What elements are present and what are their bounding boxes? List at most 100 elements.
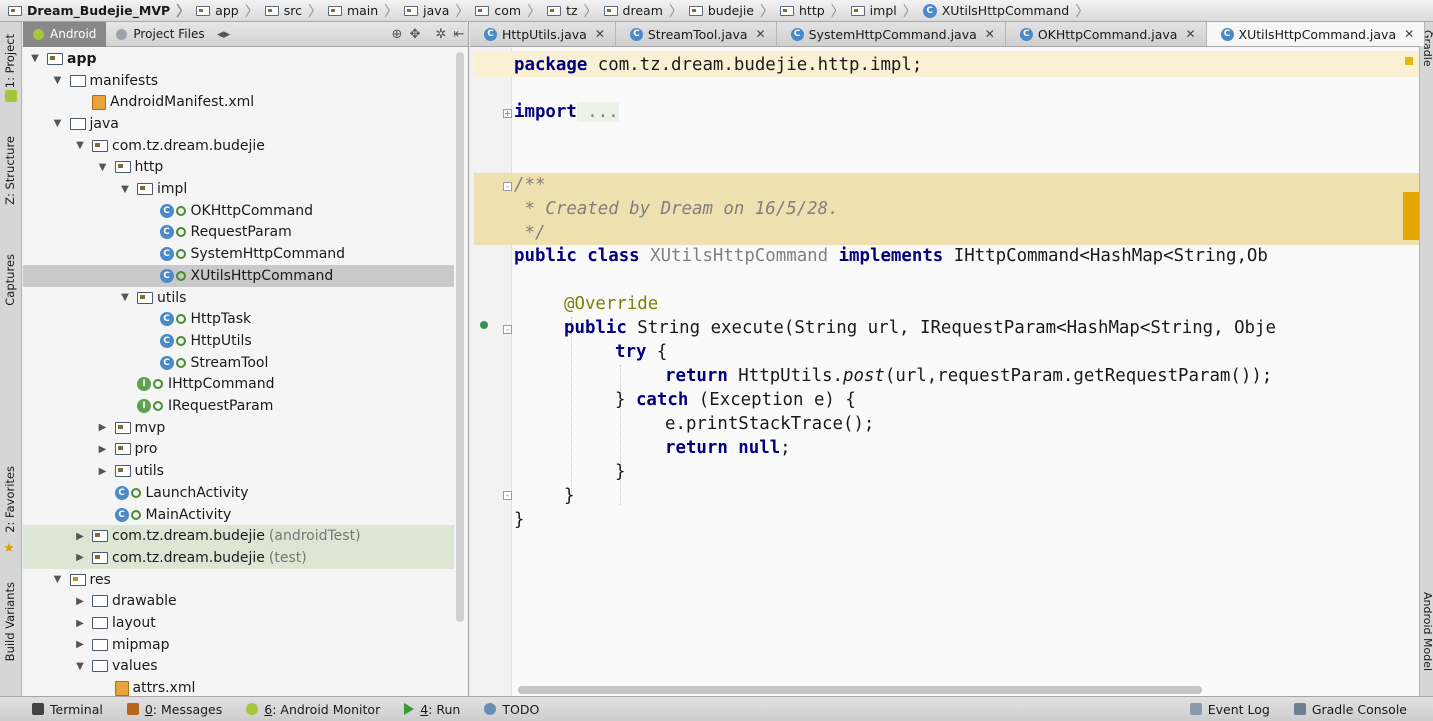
breadcrumb-item[interactable]: dream 〉: [603, 0, 689, 22]
expand-arrow-icon[interactable]: ▼: [119, 292, 131, 303]
breadcrumb-item[interactable]: src 〉: [264, 0, 328, 22]
error-stripe-marker[interactable]: [1403, 192, 1419, 240]
expand-arrow-icon[interactable]: ▼: [52, 75, 64, 86]
build-variants-tool-tab[interactable]: Build Variants: [0, 578, 22, 665]
collapse-arrow-icon[interactable]: ▶: [97, 444, 109, 455]
close-tab-icon[interactable]: ✕: [756, 27, 766, 41]
editor-gutter[interactable]: [470, 47, 512, 696]
tree-item[interactable]: C SystemHttpCommand: [23, 243, 454, 265]
editor-horizontal-scrollbar[interactable]: [518, 686, 1202, 694]
close-tab-icon[interactable]: ✕: [595, 27, 605, 41]
tree-item[interactable]: C OKHttpCommand: [23, 200, 454, 222]
scroll-from-source-icon[interactable]: ✥: [406, 27, 424, 42]
tree-item[interactable]: ▶ layout: [23, 612, 454, 634]
breadcrumb-item[interactable]: java 〉: [404, 0, 475, 22]
expand-arrow-icon[interactable]: ▼: [52, 574, 64, 585]
tree-item[interactable]: ▼ java: [23, 113, 454, 135]
close-tab-icon[interactable]: ✕: [1404, 27, 1414, 41]
breadcrumb-item[interactable]: main 〉: [327, 0, 404, 22]
tree-item[interactable]: C HttpUtils: [23, 330, 454, 352]
tree-item[interactable]: I IHttpCommand: [23, 374, 454, 396]
captures-tool-tab[interactable]: Captures: [0, 250, 22, 310]
gradle-console-button[interactable]: Gradle Console: [1282, 702, 1433, 717]
android-model-tool-tab[interactable]: Android Model: [1421, 592, 1433, 671]
close-tab-icon[interactable]: ✕: [1185, 27, 1195, 41]
collapse-arrow-icon[interactable]: ▶: [74, 531, 86, 542]
tree-item[interactable]: ▼ impl: [23, 178, 454, 200]
hide-panel-icon[interactable]: ⇤: [450, 27, 468, 42]
project-files-view-tab[interactable]: Project Files: [106, 22, 214, 47]
tree-item[interactable]: ▼ app: [23, 48, 454, 70]
tree-item[interactable]: ▼ values: [23, 656, 454, 678]
tree-item[interactable]: C HttpTask: [23, 308, 454, 330]
fold-import-icon[interactable]: +: [503, 109, 512, 118]
collapse-arrow-icon[interactable]: ▶: [74, 639, 86, 650]
tree-item[interactable]: ▼ com.tz.dream.budejie: [23, 135, 454, 157]
expand-arrow-icon[interactable]: ▼: [74, 140, 86, 151]
terminal-button[interactable]: Terminal: [0, 702, 115, 717]
tree-item[interactable]: AndroidManifest.xml: [23, 91, 454, 113]
tree-item[interactable]: C XUtilsHttpCommand: [23, 265, 454, 287]
fold-method-icon[interactable]: -: [503, 325, 512, 334]
expand-arrow-icon[interactable]: ▼: [97, 162, 109, 173]
tree-item[interactable]: C MainActivity: [23, 504, 454, 526]
settings-gear-icon[interactable]: ✲: [432, 27, 450, 42]
tree-item[interactable]: ▶ drawable: [23, 591, 454, 613]
tree-item[interactable]: ▶ com.tz.dream.budejie (androidTest): [23, 525, 454, 548]
tree-item[interactable]: C LaunchActivity: [23, 482, 454, 504]
expand-arrow-icon[interactable]: ▼: [29, 53, 41, 64]
tree-item[interactable]: ▼ res: [23, 569, 454, 591]
tree-item[interactable]: ▶ pro: [23, 439, 454, 461]
tree-item[interactable]: ▼ http: [23, 157, 454, 179]
editor-tab[interactable]: C SystemHttpCommand.java ✕: [777, 22, 1006, 46]
collapse-arrow-icon[interactable]: ▶: [74, 552, 86, 563]
breadcrumb-item[interactable]: tz 〉: [547, 0, 603, 22]
tree-item[interactable]: C RequestParam: [23, 222, 454, 244]
code-area[interactable]: package com.tz.dream.budejie.http.impl; …: [474, 47, 1419, 696]
breadcrumb-item[interactable]: com 〉: [475, 0, 547, 22]
collapse-arrow-icon[interactable]: ▶: [97, 466, 109, 477]
android-view-tab[interactable]: Android: [23, 21, 107, 47]
breadcrumb-item[interactable]: impl 〉: [850, 0, 923, 22]
breadcrumb-item[interactable]: budejie 〉: [688, 0, 780, 22]
todo-button[interactable]: TODO: [472, 702, 551, 717]
breadcrumb-item[interactable]: http 〉: [780, 0, 851, 22]
inspection-status-icon[interactable]: [1405, 57, 1413, 65]
messages-button[interactable]: 0: Messages: [115, 702, 234, 717]
breadcrumb-item[interactable]: app 〉: [196, 0, 265, 22]
expand-arrow-icon[interactable]: ▼: [52, 118, 64, 129]
project-tree-scrollbar[interactable]: [456, 52, 464, 622]
tree-item[interactable]: ▶ com.tz.dream.budejie (test): [23, 547, 454, 569]
editor-tab[interactable]: C OKHttpCommand.java ✕: [1006, 22, 1207, 46]
breadcrumb-item[interactable]: C XUtilsHttpCommand 〉: [922, 0, 1095, 22]
tree-item[interactable]: ▶ mvp: [23, 417, 454, 439]
collapse-arrow-icon[interactable]: ▶: [74, 596, 86, 607]
structure-tool-tab[interactable]: Z: Structure: [0, 132, 22, 209]
collapse-arrow-icon[interactable]: ▶: [97, 422, 109, 433]
fold-method-end-icon[interactable]: -: [503, 491, 512, 500]
sync-target-icon[interactable]: ⊕: [388, 27, 406, 42]
override-marker-icon[interactable]: [480, 321, 488, 329]
tree-item[interactable]: ▼ manifests: [23, 70, 454, 92]
tree-item[interactable]: I IRequestParam: [23, 395, 454, 417]
tree-item[interactable]: ▶ utils: [23, 460, 454, 482]
editor-tab[interactable]: C HttpUtils.java ✕: [470, 22, 616, 46]
favorites-tool-tab[interactable]: 2: Favorites: [0, 462, 22, 537]
event-log-button[interactable]: Event Log: [1178, 702, 1282, 717]
tree-item[interactable]: ▶ mipmap: [23, 634, 454, 656]
tree-item[interactable]: ▼ utils: [23, 287, 454, 309]
project-tool-tab[interactable]: 1: Project: [0, 30, 22, 92]
switch-view-arrows-icon[interactable]: ◂▸: [215, 27, 233, 42]
fold-comment-icon[interactable]: -: [503, 182, 512, 191]
run-button[interactable]: 4: Run: [392, 702, 472, 717]
collapse-arrow-icon[interactable]: ▶: [74, 618, 86, 629]
editor-tab[interactable]: C XUtilsHttpCommand.java ✕: [1206, 22, 1426, 46]
editor-tab[interactable]: C StreamTool.java ✕: [616, 22, 777, 46]
code-editor[interactable]: package com.tz.dream.budejie.http.impl; …: [470, 47, 1419, 696]
tree-item[interactable]: C StreamTool: [23, 352, 454, 374]
expand-arrow-icon[interactable]: ▼: [119, 184, 131, 195]
breadcrumb-item[interactable]: Dream_Budejie_MVP 〉: [8, 0, 196, 22]
android-monitor-button[interactable]: 6: Android Monitor: [234, 702, 392, 717]
more-tabs-button[interactable]: ▾≡⁵: [1425, 22, 1433, 46]
close-tab-icon[interactable]: ✕: [985, 27, 995, 41]
